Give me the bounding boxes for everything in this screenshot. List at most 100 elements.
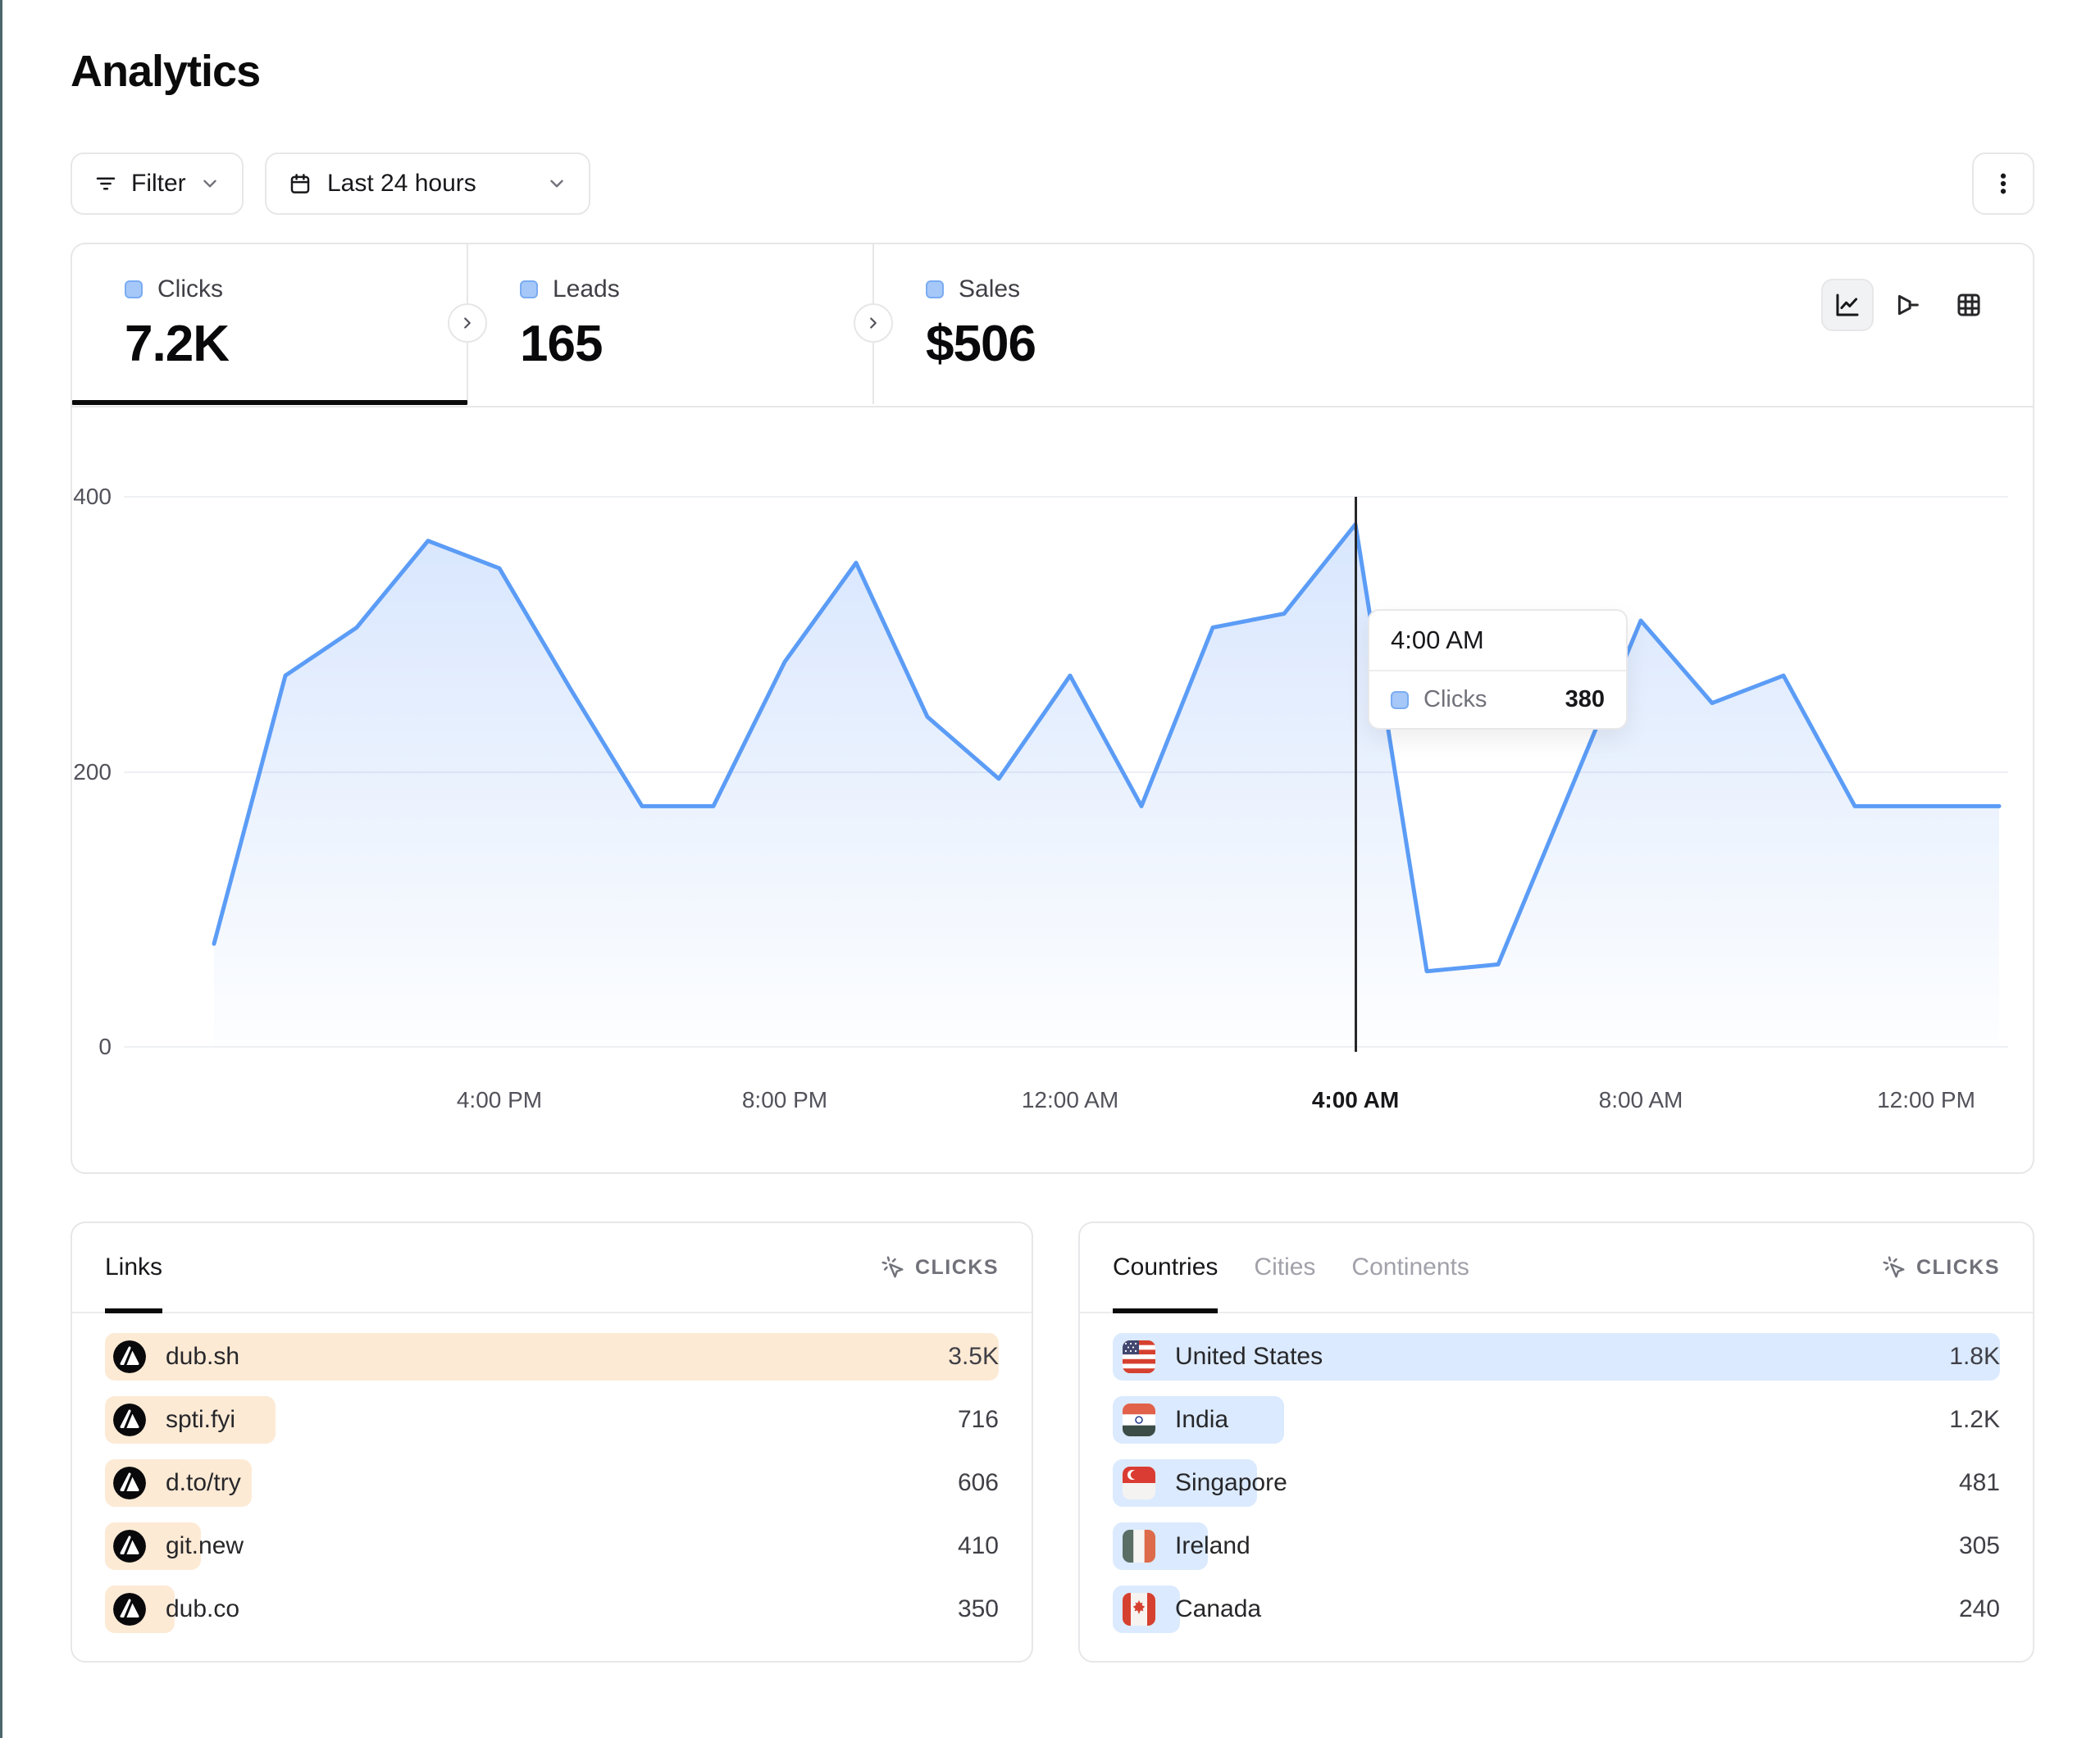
dub-logo-icon [113,1340,146,1373]
dub-logo-icon [113,1593,146,1626]
list-item[interactable]: India 1.2K [1113,1396,2000,1444]
list-item-value: 3.5K [948,1343,999,1371]
countries-list: United States1.8K India 1.2K Singapore 481 Ir… [1080,1313,2033,1633]
list-item[interactable]: Canada 240 [1113,1586,2000,1633]
cursor-click-icon [881,1255,905,1280]
active-tab-underline [72,400,467,405]
united-states-flag-icon [1123,1340,1155,1373]
list-item[interactable]: spti.fyi 716 [105,1396,999,1444]
sales-legend-swatch [926,280,944,298]
table-grid-icon [1955,291,1983,319]
x-axis-tick-label: 4:00 PM [457,1087,542,1113]
funnel-chart-mode-button[interactable] [1882,279,1934,331]
more-options-button[interactable] [1972,152,2034,215]
list-item[interactable]: dub.sh 3.5K [105,1333,999,1381]
stat-value: 165 [520,315,620,373]
dub-logo-icon [113,1404,146,1436]
stat-label: Clicks [157,275,223,303]
list-item-label: India [1175,1406,1228,1434]
list-item-label: spti.fyi [166,1406,235,1434]
list-item-value: 410 [958,1532,999,1560]
list-item-label: United States [1175,1343,1323,1371]
expand-sales-button[interactable] [854,303,893,343]
list-item-value: 240 [1959,1595,2000,1623]
metric-label: CLICKS [915,1256,999,1280]
list-item[interactable]: Singapore 481 [1113,1459,2000,1507]
calendar-icon [288,171,312,196]
stat-tab-leads[interactable]: Leads 165 [467,244,873,404]
tab-links[interactable]: Links [105,1223,162,1312]
list-item[interactable]: Ireland 305 [1113,1522,2000,1570]
filter-button-label: Filter [131,170,186,198]
y-axis-tick-label: 400 [35,484,112,510]
countries-panel: Countries Cities Continents CLICKS Unite… [1078,1222,2034,1663]
line-chart-icon [1834,291,1861,319]
tooltip-time: 4:00 AM [1369,611,1626,671]
list-item[interactable]: United States1.8K [1113,1333,2000,1381]
list-item-label: Ireland [1175,1532,1250,1560]
filter-icon [93,171,118,196]
date-range-button[interactable]: Last 24 hours [265,152,590,215]
singapore-flag-icon [1123,1467,1155,1499]
tooltip-series-value: 380 [1565,686,1605,713]
list-item-label: Singapore [1175,1469,1287,1497]
dub-logo-icon [113,1530,146,1563]
funnel-chart-icon [1894,291,1922,319]
x-axis-tick-label: 8:00 PM [742,1087,827,1113]
chevron-down-icon [546,173,567,194]
list-item-label: Canada [1175,1595,1261,1623]
list-item[interactable]: dub.co 350 [105,1586,999,1633]
tab-countries[interactable]: Countries [1113,1223,1218,1312]
line-chart-mode-button[interactable] [1821,279,1874,331]
list-item-label: git.new [166,1532,244,1560]
y-axis-tick-label: 0 [35,1034,112,1060]
chart-tooltip: 4:00 AM Clicks 380 [1368,609,1628,730]
page-title: Analytics [71,46,260,97]
list-item-value: 716 [958,1406,999,1434]
table-view-mode-button[interactable] [1943,279,1995,331]
stat-value: $506 [926,315,1036,373]
stat-label: Sales [959,275,1020,303]
metric-label: CLICKS [1916,1256,2000,1280]
links-panel-header: Links CLICKS [72,1223,1032,1313]
list-item-value: 481 [1959,1469,2000,1497]
x-axis-tick-label: 4:00 AM [1312,1087,1399,1113]
links-panel: Links CLICKS dub.sh 3.5K spti.fyi 716 d.to/t… [71,1222,1033,1663]
filter-button[interactable]: Filter [71,152,244,215]
chart-crosshair [1355,497,1357,1052]
stat-tab-sales[interactable]: Sales $506 [873,244,1283,404]
countries-metric-header[interactable]: CLICKS [1882,1255,2000,1280]
list-item-value: 606 [958,1469,999,1497]
list-item[interactable]: d.to/try 606 [105,1459,999,1507]
stat-tab-clicks[interactable]: Clicks 7.2K [72,244,467,404]
kebab-menu-icon [1989,170,2017,198]
clicks-legend-swatch [125,280,143,298]
links-metric-header[interactable]: CLICKS [881,1255,999,1280]
list-item[interactable]: git.new 410 [105,1522,999,1570]
tooltip-legend-swatch [1391,691,1409,709]
date-range-label: Last 24 hours [327,170,476,198]
expand-leads-button[interactable] [448,303,487,343]
countries-panel-header: Countries Cities Continents CLICKS [1080,1223,2033,1313]
list-item-label: d.to/try [166,1469,241,1497]
stat-value: 7.2K [125,315,229,373]
leads-legend-swatch [520,280,538,298]
clicks-area-chart[interactable] [124,475,2008,1049]
stats-header: Clicks 7.2K Leads 165 [72,244,2033,407]
list-item-label: dub.sh [166,1343,239,1371]
tab-cities[interactable]: Cities [1254,1223,1315,1312]
y-axis-tick-label: 200 [35,759,112,785]
cursor-click-icon [1882,1255,1906,1280]
tooltip-series-label: Clicks [1424,686,1487,713]
list-item-label: dub.co [166,1595,239,1623]
ireland-flag-icon [1123,1530,1155,1563]
analytics-page: Analytics Filter Last 24 hours [0,0,2100,1738]
tab-continents[interactable]: Continents [1351,1223,1469,1312]
list-item-value: 350 [958,1595,999,1623]
list-item-value: 1.2K [1949,1406,2000,1434]
list-item-value: 305 [1959,1532,2000,1560]
x-axis-tick-label: 8:00 AM [1599,1087,1683,1113]
links-list: dub.sh 3.5K spti.fyi 716 d.to/try 606 git.new 4… [72,1313,1032,1633]
stat-label: Leads [553,275,620,303]
dub-logo-icon [113,1467,146,1499]
